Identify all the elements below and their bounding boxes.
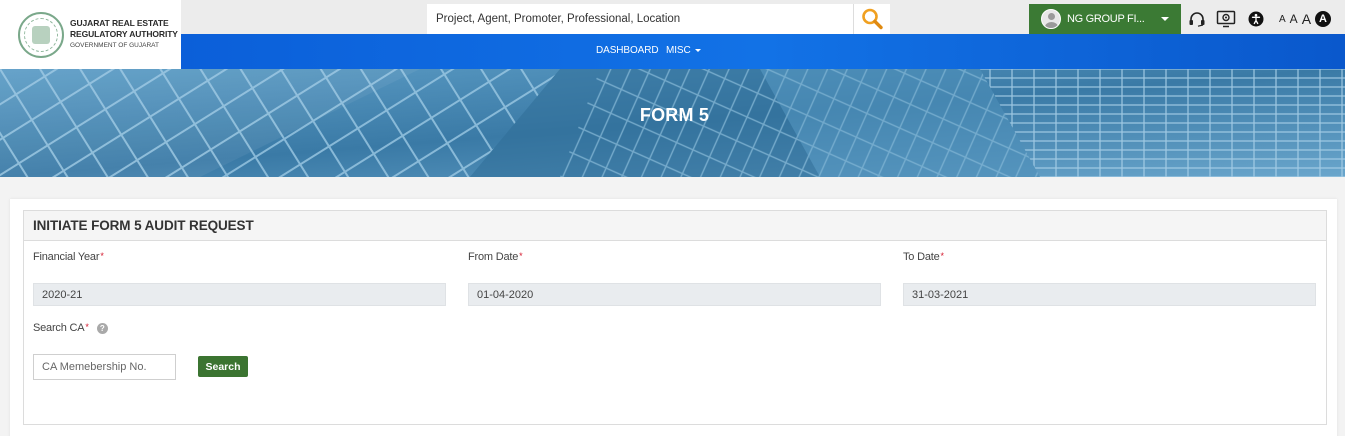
required-mark: * [85, 322, 89, 332]
panel-header: INITIATE FORM 5 AUDIT REQUEST [24, 211, 1326, 241]
headset-icon[interactable] [1188, 10, 1206, 28]
required-mark: * [519, 251, 523, 261]
search-ca-label-text: Search CA [33, 322, 85, 334]
search-button[interactable] [853, 4, 890, 34]
help-icon[interactable]: ? [96, 322, 108, 334]
user-name: NG GROUP FI... [1067, 13, 1145, 25]
content-card: INITIATE FORM 5 AUDIT REQUEST Financial … [10, 199, 1337, 436]
search-ca-button[interactable]: Search [198, 356, 248, 377]
nav-item-dashboard[interactable]: DASHBOARD [596, 45, 659, 56]
font-size-controls: A A A A [1279, 9, 1332, 29]
to-date-label: To Date* [903, 251, 944, 263]
global-search [427, 4, 890, 34]
accessibility-icon[interactable] [1248, 10, 1264, 28]
required-mark: * [100, 251, 104, 261]
main-nav: DASHBOARD MISC [181, 34, 1345, 69]
font-size-small-button[interactable]: A [1279, 14, 1286, 25]
from-date-field[interactable] [468, 283, 881, 306]
audit-request-panel: INITIATE FORM 5 AUDIT REQUEST Financial … [23, 210, 1327, 425]
global-search-input[interactable] [427, 4, 853, 34]
logo-text: GUJARAT REAL ESTATE REGULATORY AUTHORITY… [70, 18, 178, 51]
logo-emblem-icon [18, 11, 64, 58]
logo-line-1: GUJARAT REAL ESTATE [70, 18, 169, 28]
site-logo[interactable]: GUJARAT REAL ESTATE REGULATORY AUTHORITY… [0, 0, 181, 69]
search-ca-label: Search CA*? [33, 322, 108, 334]
from-date-label-text: From Date [468, 251, 519, 263]
nav-item-misc[interactable]: MISC [666, 45, 701, 56]
to-date-field[interactable] [903, 283, 1316, 306]
financial-year-field[interactable] [33, 283, 446, 306]
chevron-down-icon [694, 48, 701, 52]
logo-line-3: GOVERNMENT OF GUJARAT [70, 42, 159, 49]
search-icon [862, 8, 883, 30]
required-mark: * [940, 251, 945, 261]
avatar [1041, 9, 1061, 29]
font-size-medium-button[interactable]: A [1290, 12, 1298, 26]
screen-reader-icon[interactable] [1216, 10, 1236, 28]
to-date-label-text: To Date [903, 251, 940, 263]
from-date-label: From Date* [468, 251, 523, 263]
chevron-down-icon [1161, 17, 1169, 21]
font-size-large-button[interactable]: A [1302, 11, 1311, 27]
ca-membership-input[interactable] [33, 354, 176, 380]
financial-year-label-text: Financial Year [33, 251, 100, 263]
financial-year-label: Financial Year* [33, 251, 104, 263]
page-title: FORM 5 [639, 105, 710, 125]
nav-item-misc-label: MISC [666, 45, 691, 56]
user-menu-dropdown[interactable]: NG GROUP FI... [1029, 4, 1181, 34]
logo-line-2: REGULATORY AUTHORITY [70, 29, 178, 39]
panel-title: INITIATE FORM 5 AUDIT REQUEST [33, 218, 254, 233]
high-contrast-button[interactable]: A [1315, 11, 1332, 27]
page-banner: FORM 5 [0, 69, 1345, 177]
